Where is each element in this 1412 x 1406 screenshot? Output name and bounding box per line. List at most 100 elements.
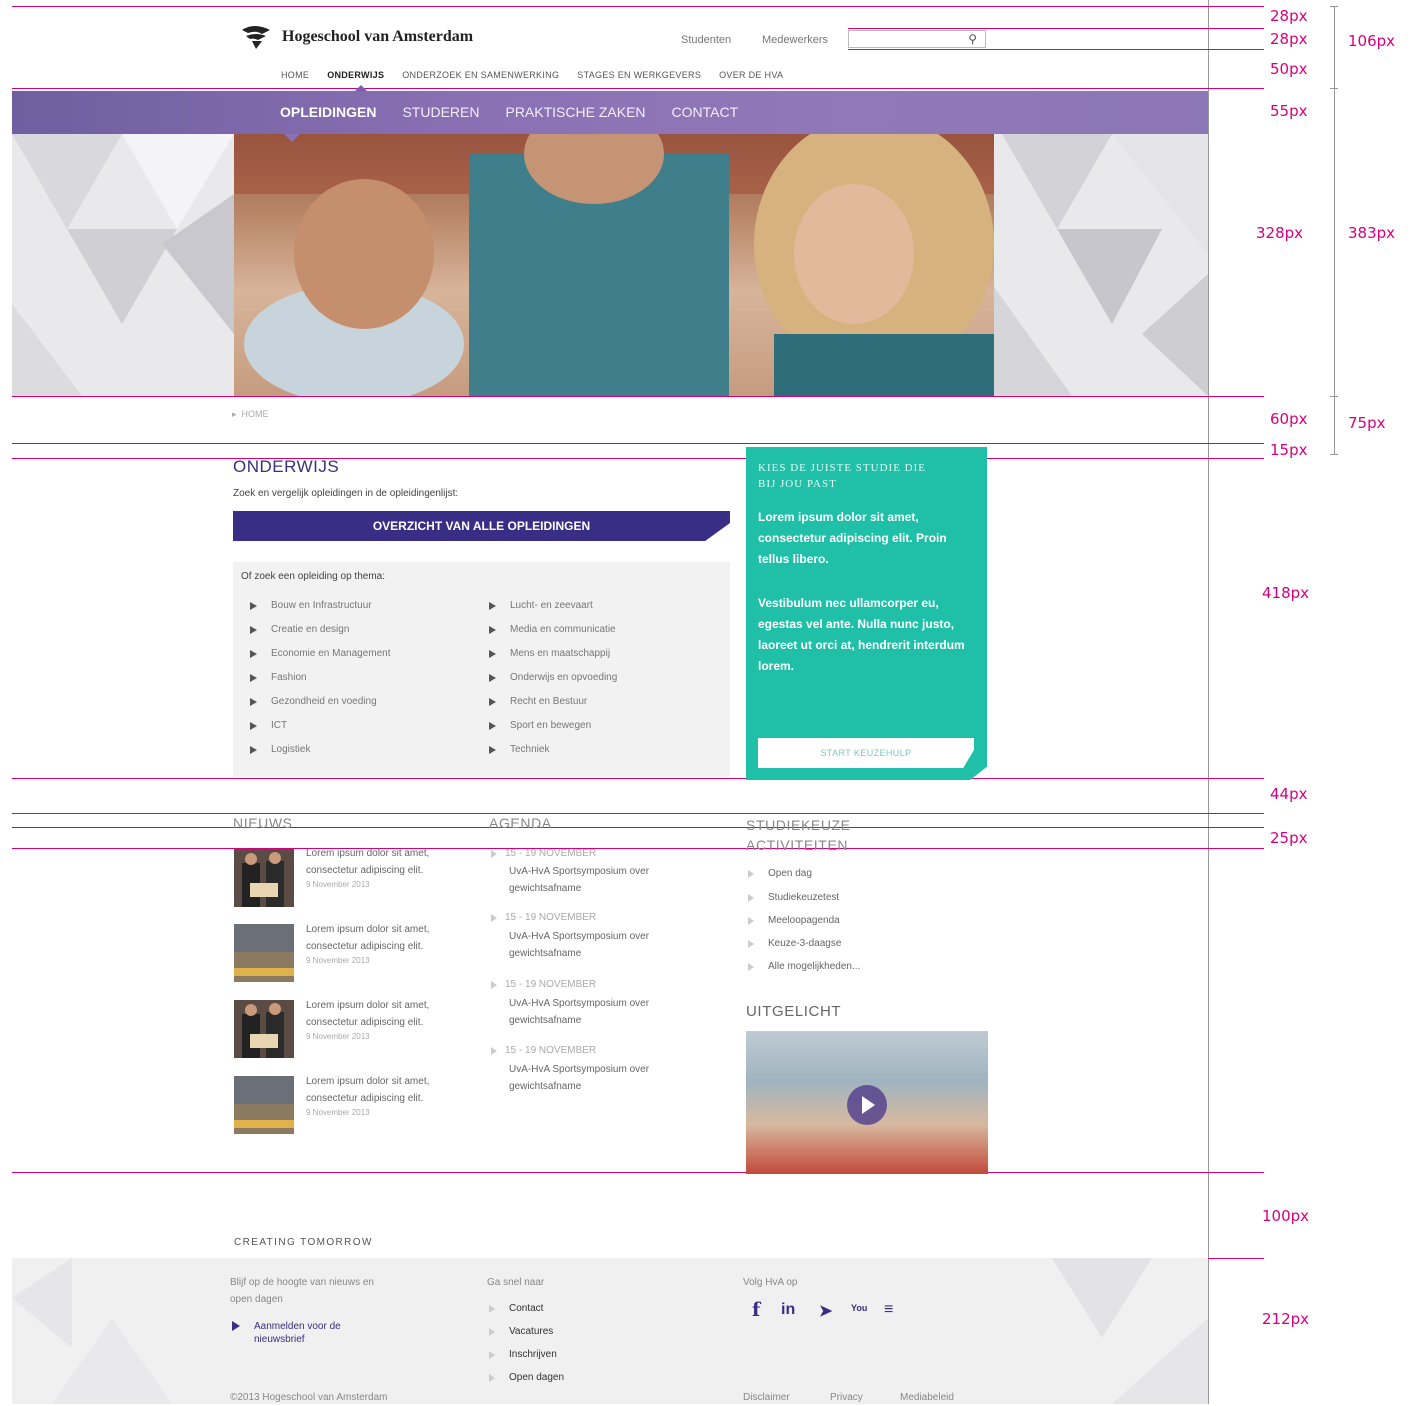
featured-video[interactable]: [746, 1031, 988, 1174]
youtube-icon[interactable]: You: [851, 1303, 867, 1313]
toplink-studenten[interactable]: Studenten: [681, 34, 731, 46]
subnav-opleidingen[interactable]: OPLEIDINGEN: [280, 104, 376, 120]
search-input[interactable]: ⚲: [848, 30, 986, 48]
theme-link[interactable]: Fashion: [250, 672, 307, 683]
theme-link[interactable]: Mens en maatschappij: [489, 648, 610, 659]
linkedin-icon[interactable]: in: [781, 1301, 795, 1319]
measure-label: 55px: [1270, 102, 1308, 120]
measure-tick: [1330, 6, 1338, 7]
measure-label: 25px: [1270, 829, 1308, 847]
nav-onderwijs[interactable]: ONDERWIJS: [327, 70, 384, 80]
subnav-praktische-zaken[interactable]: PRAKTISCHE ZAKEN: [505, 104, 645, 120]
agenda-item[interactable]: UvA-HvA Sportsymposium over gewichtsafna…: [509, 995, 689, 1029]
theme-link[interactable]: Bouw en Infrastructuur: [250, 600, 372, 611]
keuzehulp-title: KIES DE JUISTE STUDIE DIE BIJ JOU PAST: [758, 462, 926, 490]
theme-link[interactable]: Sport en bewegen: [489, 720, 591, 731]
guide-line: [848, 49, 1264, 50]
arrow-icon: [489, 601, 496, 610]
brand-logo[interactable]: Hogeschool van Amsterdam: [240, 24, 473, 50]
footer-link-privacy[interactable]: Privacy: [830, 1389, 863, 1406]
nav-home[interactable]: HOME: [281, 70, 309, 80]
news-thumbnail[interactable]: [234, 1076, 294, 1134]
measure-tick: [1330, 396, 1338, 397]
subnav-studeren[interactable]: STUDEREN: [402, 104, 479, 120]
link-label: Studiekeuzetest: [768, 892, 840, 903]
quick-links-title: Ga snel naar: [487, 1277, 545, 1288]
facebook-icon[interactable]: f: [752, 1299, 760, 1321]
news-thumbnail[interactable]: [234, 849, 294, 907]
subnav-active-caret: [284, 134, 300, 142]
news-date: 9 November 2013: [306, 1108, 370, 1117]
measure-label: 328px: [1256, 224, 1304, 242]
studiekeuze-link[interactable]: Meeloopagenda: [748, 915, 840, 926]
news-text: Lorem ipsum dolor sit amet, consectetur …: [306, 1076, 430, 1104]
theme-label: Techniek: [510, 744, 550, 755]
theme-link[interactable]: Gezondheid en voeding: [250, 696, 377, 707]
nav-over-hva[interactable]: OVER DE HVA: [719, 70, 783, 80]
arrow-icon: [250, 745, 257, 754]
subnav-contact[interactable]: CONTACT: [672, 104, 739, 120]
agenda-item[interactable]: UvA-HvA Sportsymposium over gewichtsafna…: [509, 863, 689, 897]
footer-link-inschrijven[interactable]: Inschrijven: [489, 1349, 557, 1360]
arrow-icon: [250, 697, 257, 706]
footer-link-vacatures[interactable]: Vacatures: [489, 1326, 553, 1337]
breadcrumb-home[interactable]: HOME: [242, 409, 269, 419]
footer-link-mediabeleid[interactable]: Mediabeleid: [900, 1389, 954, 1406]
theme-link[interactable]: Techniek: [489, 744, 549, 755]
search-icon[interactable]: ⚲: [968, 32, 977, 46]
studiekeuze-link[interactable]: Keuze-3-daagse: [748, 938, 841, 949]
start-keuzehulp-button[interactable]: START KEUZEHULP: [758, 738, 974, 768]
theme-label: ICT: [271, 720, 288, 731]
brand-name: Hogeschool van Amsterdam: [282, 28, 474, 45]
theme-link[interactable]: Onderwijs en opvoeding: [489, 672, 617, 683]
theme-link[interactable]: Creatie en design: [250, 624, 349, 635]
theme-link[interactable]: Logistiek: [250, 744, 310, 755]
nav-stages[interactable]: STAGES EN WERKGEVERS: [577, 70, 701, 80]
agenda-item[interactable]: UvA-HvA Sportsymposium over gewichtsafna…: [509, 1061, 689, 1095]
breadcrumb[interactable]: ▸ HOME: [232, 409, 269, 420]
keuzehulp-text: Vestibulum nec ullamcorper eu, egestas v…: [758, 596, 965, 673]
theme-link[interactable]: Media en communicatie: [489, 624, 616, 635]
footer-link-disclaimer[interactable]: Disclaimer: [743, 1389, 790, 1406]
all-programs-button[interactable]: OVERZICHT VAN ALLE OPLEIDINGEN: [233, 511, 730, 541]
measure-label: 28px: [1270, 30, 1308, 48]
toplink-medewerkers[interactable]: Medewerkers: [762, 34, 828, 46]
theme-link[interactable]: Economie en Management: [250, 648, 391, 659]
news-item[interactable]: Lorem ipsum dolor sit amet, consectetur …: [306, 997, 436, 1043]
arrow-icon: [489, 745, 496, 754]
news-item[interactable]: Lorem ipsum dolor sit amet, consectetur …: [306, 921, 436, 967]
news-item[interactable]: Lorem ipsum dolor sit amet, consectetur …: [306, 845, 436, 891]
theme-label: Gezondheid en voeding: [271, 696, 377, 707]
play-icon[interactable]: [847, 1085, 887, 1125]
news-item[interactable]: Lorem ipsum dolor sit amet, consectetur …: [306, 1073, 436, 1119]
news-thumbnail[interactable]: [234, 924, 294, 982]
theme-link[interactable]: Lucht- en zeevaart: [489, 600, 593, 611]
studiekeuze-link[interactable]: Open dag: [748, 868, 812, 879]
footer-link-open-dagen[interactable]: Open dagen: [489, 1372, 564, 1383]
agenda-item[interactable]: UvA-HvA Sportsymposium over gewichtsafna…: [509, 928, 689, 962]
arrow-icon: [250, 601, 257, 610]
keuzehulp-text: Lorem ipsum dolor sit amet, consectetur …: [758, 510, 947, 566]
uitgelicht-title: UITGELICHT: [746, 1003, 842, 1020]
arrow-icon: [489, 1327, 495, 1336]
twitter-icon[interactable]: ➤: [819, 1301, 832, 1321]
news-thumbnail[interactable]: [234, 1000, 294, 1058]
studiekeuze-link[interactable]: Alle mogelijkheden...: [748, 961, 860, 972]
guide-line: [12, 813, 1264, 814]
rss-icon[interactable]: ≡: [884, 1301, 893, 1319]
agenda-title: AGENDA: [489, 815, 552, 831]
measure-label: 75px: [1348, 414, 1386, 432]
newsletter-signup-link[interactable]: Aanmelden voor de nieuwsbrief: [232, 1320, 364, 1346]
nav-onderzoek[interactable]: ONDERZOEK EN SAMENWERKING: [402, 70, 559, 80]
theme-link[interactable]: ICT: [250, 720, 287, 731]
link-label: Keuze-3-daagse: [768, 938, 842, 949]
footer-link-contact[interactable]: Contact: [489, 1303, 543, 1314]
studiekeuze-link[interactable]: Studiekeuzetest: [748, 892, 839, 903]
agenda-date: 15 - 19 NOVEMBER: [491, 848, 596, 859]
link-label: Meeloopagenda: [768, 915, 840, 926]
measure-label: 60px: [1270, 410, 1308, 428]
newsletter-intro: Blijf op de hoogte van nieuws en open da…: [230, 1277, 374, 1305]
theme-link[interactable]: Recht en Bestuur: [489, 696, 587, 707]
studiekeuze-title: STUDIEKEUZE ACTIVITEITEN: [746, 817, 851, 853]
arrow-icon: [250, 649, 257, 658]
